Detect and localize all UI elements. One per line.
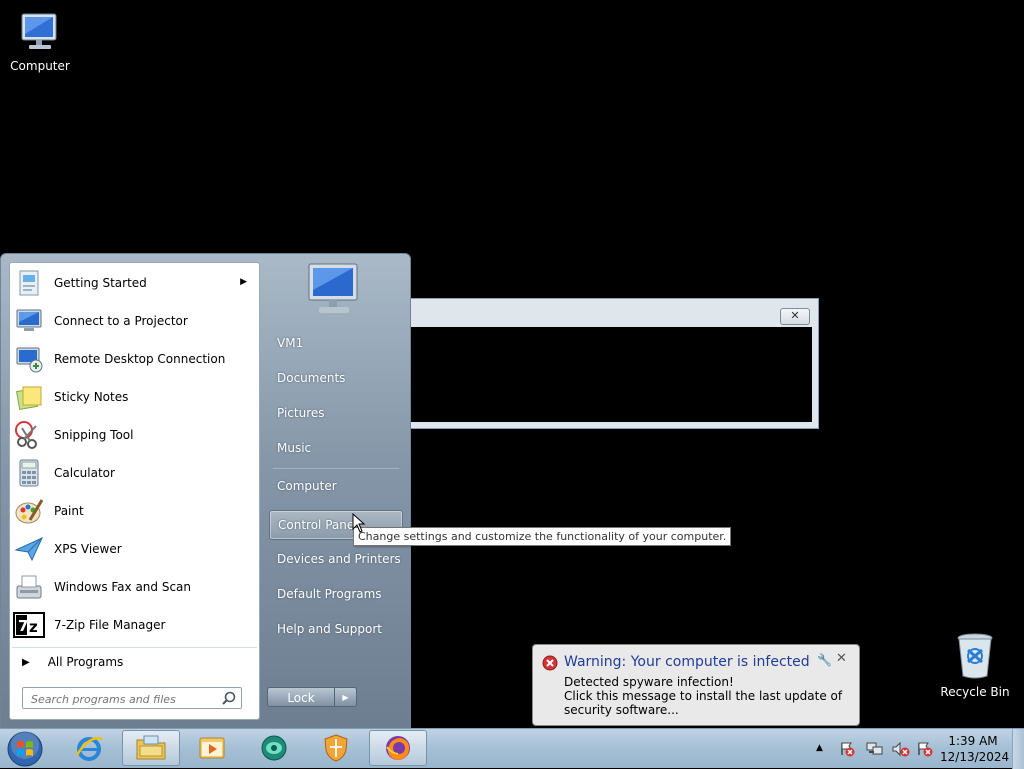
- svg-text:7: 7: [18, 617, 28, 635]
- right-item-default-programs[interactable]: Default Programs: [269, 579, 403, 609]
- program-label: Windows Fax and Scan: [54, 580, 192, 594]
- notification-message: Detected spyware infection! Click this m…: [564, 675, 854, 717]
- taskbar-media-player[interactable]: [183, 730, 241, 766]
- computer-icon: [21, 13, 57, 49]
- program-remote-desktop[interactable]: Remote Desktop Connection: [12, 341, 257, 377]
- search-box[interactable]: [22, 687, 242, 709]
- search-input[interactable]: [29, 689, 223, 709]
- right-item-devices-printers[interactable]: Devices and Printers: [269, 544, 403, 574]
- svg-text:z: z: [29, 618, 38, 636]
- action-center-alert-icon[interactable]: [839, 741, 855, 757]
- program-sticky-notes[interactable]: Sticky Notes: [12, 379, 257, 415]
- taskbar: ▲ 1:39 AM 12/13/2024: [0, 728, 1024, 769]
- desktop-icon-label: Recycle Bin: [940, 685, 1010, 699]
- user-picture-icon[interactable]: [301, 260, 367, 320]
- wrench-icon[interactable]: 🔧: [817, 653, 832, 667]
- firefox-icon: [386, 736, 410, 760]
- internet-explorer-icon: [75, 737, 103, 761]
- notification-close-button[interactable]: ✕: [836, 651, 847, 666]
- shutdown-options-button[interactable]: ▶: [335, 687, 357, 707]
- clock[interactable]: 1:39 AM 12/13/2024: [940, 733, 1010, 765]
- all-programs-label: All Programs: [47, 655, 124, 669]
- right-item-pictures[interactable]: Pictures: [269, 398, 403, 428]
- clock-time: 1:39 AM: [948, 734, 998, 748]
- triangle-right-icon: ▶: [22, 656, 30, 668]
- taskbar-file-explorer[interactable]: [122, 730, 180, 766]
- window-content: [411, 327, 812, 422]
- background-window[interactable]: ✕: [410, 298, 819, 429]
- search-icon[interactable]: [221, 690, 237, 706]
- error-icon: [542, 655, 558, 671]
- projector-icon: [16, 309, 42, 331]
- program-label: Calculator: [54, 466, 115, 480]
- getting-started-icon: [19, 270, 39, 296]
- program-xps-viewer[interactable]: XPS Viewer: [12, 531, 257, 567]
- start-button[interactable]: [6, 730, 44, 768]
- clock-date: 12/13/2024: [940, 750, 1010, 764]
- right-item-music[interactable]: Music: [269, 433, 403, 463]
- fax-scan-icon: [16, 575, 42, 599]
- all-programs-button[interactable]: ▶ All Programs: [12, 647, 257, 676]
- program-label: Sticky Notes: [54, 390, 129, 404]
- start-menu: Getting Started ▶ Connect to a Projector…: [0, 253, 411, 729]
- show-hidden-icons-button[interactable]: ▲: [816, 743, 823, 753]
- program-calculator[interactable]: Calculator: [12, 455, 257, 491]
- notification-line-1: Detected spyware infection!: [564, 675, 734, 689]
- notification-title: Warning: Your computer is infected: [564, 654, 810, 670]
- security-alert-icon[interactable]: [916, 741, 934, 757]
- arrow-right-icon: ▶: [342, 693, 349, 702]
- program-label: Connect to a Projector: [54, 314, 188, 328]
- desktop-icon-label: Computer: [10, 59, 70, 73]
- network-icon[interactable]: [866, 741, 884, 757]
- taskbar-app[interactable]: [245, 730, 303, 766]
- close-button[interactable]: ✕: [780, 308, 810, 325]
- snipping-tool-icon: [15, 421, 37, 449]
- 7zip-icon: 7z: [13, 612, 45, 638]
- program-paint[interactable]: Paint: [12, 493, 257, 529]
- remote-desktop-icon: [16, 347, 43, 373]
- media-player-icon: [199, 737, 225, 759]
- right-item-user[interactable]: VM1: [269, 328, 403, 358]
- taskbar-internet-explorer[interactable]: [60, 730, 118, 766]
- calculator-icon: [19, 459, 39, 487]
- program-getting-started[interactable]: Getting Started ▶: [12, 265, 257, 301]
- right-item-help-support[interactable]: Help and Support: [269, 614, 403, 644]
- program-label: Snipping Tool: [54, 428, 134, 442]
- show-desktop-button[interactable]: [1012, 729, 1024, 769]
- lock-button[interactable]: Lock: [267, 687, 335, 707]
- taskbar-security-app[interactable]: [307, 730, 365, 766]
- right-item-documents[interactable]: Documents: [269, 363, 403, 393]
- sticky-notes-icon: [15, 386, 42, 411]
- warning-notification[interactable]: Warning: Your computer is infected 🔧 ✕ D…: [532, 644, 860, 726]
- mouse-cursor-icon: [352, 513, 366, 533]
- program-label: XPS Viewer: [54, 542, 122, 556]
- tooltip: Change settings and customize the functi…: [353, 527, 732, 546]
- volume-muted-icon[interactable]: [892, 741, 910, 757]
- file-explorer-icon: [136, 735, 166, 760]
- app-icon: [261, 735, 287, 761]
- program-fax-scan[interactable]: Windows Fax and Scan: [12, 569, 257, 605]
- paint-icon: [15, 499, 44, 524]
- close-icon: ✕: [790, 309, 800, 322]
- xps-viewer-icon: [14, 536, 44, 562]
- taskbar-firefox[interactable]: [369, 730, 427, 766]
- desktop-icon-computer[interactable]: Computer: [0, 10, 80, 73]
- program-label: Getting Started: [54, 276, 147, 290]
- submenu-arrow-icon: ▶: [240, 277, 247, 287]
- programs-pane: Getting Started ▶ Connect to a Projector…: [9, 262, 260, 720]
- program-label: Paint: [54, 504, 84, 518]
- right-item-computer[interactable]: Computer: [269, 471, 403, 501]
- security-shield-icon: [324, 734, 348, 762]
- desktop-icon-recycle-bin[interactable]: Recycle Bin: [935, 632, 1015, 699]
- menu-separator: [273, 468, 399, 469]
- program-snipping-tool[interactable]: Snipping Tool: [12, 417, 257, 453]
- program-7zip[interactable]: 7z 7-Zip File Manager: [12, 607, 257, 643]
- recycle-bin-icon: [957, 633, 993, 679]
- program-label: 7-Zip File Manager: [54, 618, 166, 632]
- program-connect-projector[interactable]: Connect to a Projector: [12, 303, 257, 339]
- notification-line-2: Click this message to install the last u…: [564, 689, 843, 717]
- program-label: Remote Desktop Connection: [54, 352, 226, 366]
